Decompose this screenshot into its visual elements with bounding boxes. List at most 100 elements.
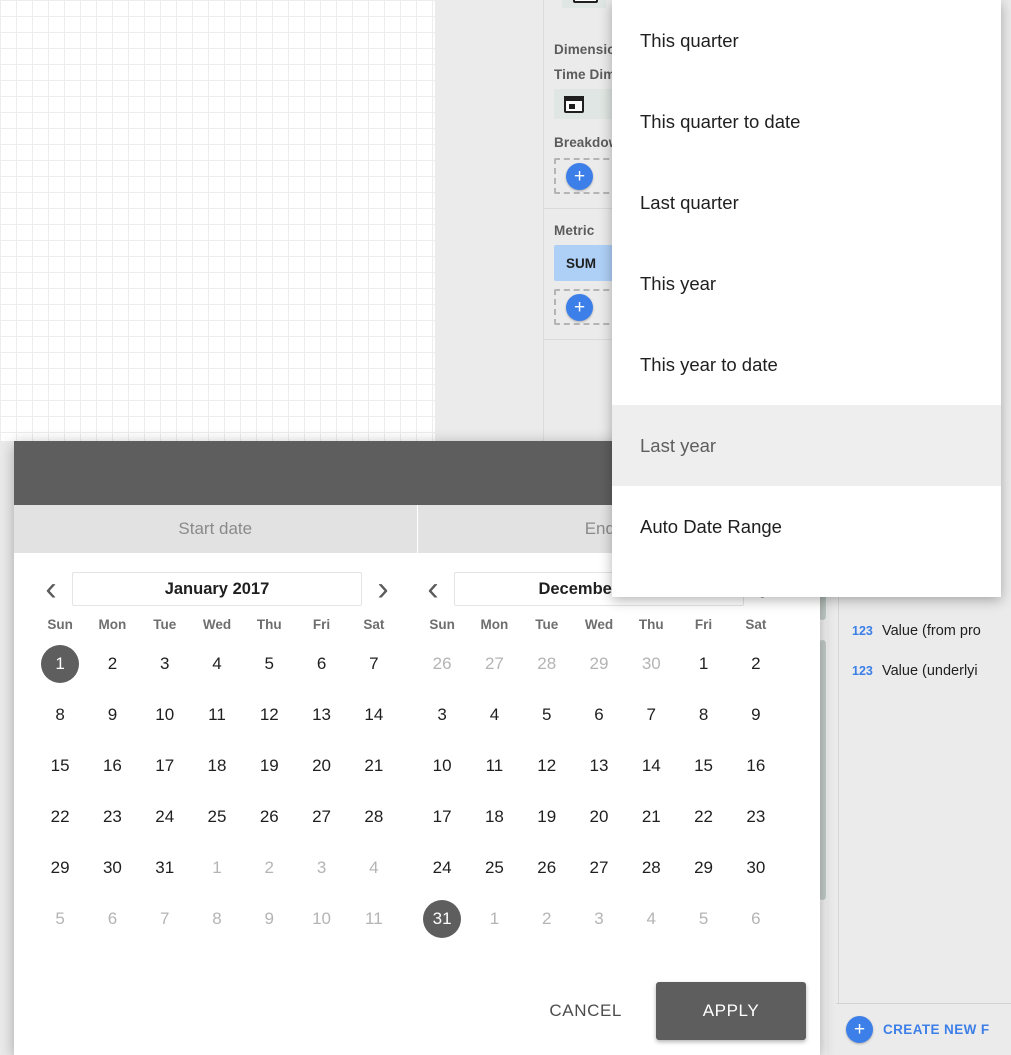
calendar-day-cell[interactable]: 15: [677, 740, 729, 791]
calendar-day-cell[interactable]: 26: [243, 791, 295, 842]
calendar-day-cell[interactable]: 11: [191, 689, 243, 740]
calendar-day-cell[interactable]: 21: [625, 791, 677, 842]
calendar-day-cell[interactable]: 6: [730, 893, 782, 944]
calendar-day-cell[interactable]: 2: [243, 842, 295, 893]
calendar-day-cell[interactable]: 3: [295, 842, 347, 893]
calendar-day-cell[interactable]: 1: [191, 842, 243, 893]
create-new-field-bar[interactable]: + CREATE NEW F: [836, 1003, 1011, 1055]
calendar-day-cell[interactable]: 10: [416, 740, 468, 791]
calendar-month-title[interactable]: January 2017: [72, 572, 362, 606]
calendar-day-cell[interactable]: 14: [348, 689, 400, 740]
calendar-day-cell[interactable]: 7: [625, 689, 677, 740]
calendar-day-cell[interactable]: 14: [625, 740, 677, 791]
calendar-day-cell[interactable]: 5: [677, 893, 729, 944]
calendar-day-cell[interactable]: 5: [521, 689, 573, 740]
calendar-day-cell[interactable]: 22: [677, 791, 729, 842]
calendar-day-cell[interactable]: 23: [730, 791, 782, 842]
calendar-day-cell[interactable]: 25: [468, 842, 520, 893]
calendar-day-cell[interactable]: 20: [295, 740, 347, 791]
calendar-day-cell[interactable]: 4: [625, 893, 677, 944]
date-preset-option[interactable]: Last quarter: [612, 162, 1001, 243]
calendar-day-cell[interactable]: 1: [677, 638, 729, 689]
calendar-day-cell[interactable]: 31: [139, 842, 191, 893]
calendar-day-cell[interactable]: 28: [521, 638, 573, 689]
calendar-day-cell[interactable]: 2: [86, 638, 138, 689]
calendar-day-cell[interactable]: 23: [86, 791, 138, 842]
calendar-day-cell[interactable]: 5: [34, 893, 86, 944]
calendar-day-cell[interactable]: 22: [34, 791, 86, 842]
calendar-day-cell[interactable]: 17: [416, 791, 468, 842]
calendar-day-cell[interactable]: 29: [573, 638, 625, 689]
calendar-day-cell[interactable]: 27: [468, 638, 520, 689]
calendar-day-cell[interactable]: 15: [34, 740, 86, 791]
calendar-day-cell[interactable]: 10: [295, 893, 347, 944]
date-preset-option[interactable]: This quarter to date: [612, 81, 1001, 162]
calendar-day-cell[interactable]: 30: [730, 842, 782, 893]
calendar-day-cell[interactable]: 28: [625, 842, 677, 893]
calendar-day-cell[interactable]: 21: [348, 740, 400, 791]
calendar-day-cell[interactable]: 9: [730, 689, 782, 740]
calendar-day-cell[interactable]: 2: [730, 638, 782, 689]
calendar-day-cell[interactable]: 6: [86, 893, 138, 944]
calendar-day-cell[interactable]: 29: [677, 842, 729, 893]
report-canvas[interactable]: [0, 0, 435, 441]
chevron-right-icon[interactable]: ›: [366, 572, 400, 606]
calendar-day-cell[interactable]: 4: [468, 689, 520, 740]
calendar-day-cell[interactable]: 31: [416, 893, 468, 944]
date-preset-option[interactable]: This year: [612, 243, 1001, 324]
calendar-day-cell[interactable]: 8: [677, 689, 729, 740]
calendar-day-cell[interactable]: 8: [34, 689, 86, 740]
apply-button[interactable]: APPLY: [656, 982, 806, 1040]
plus-icon[interactable]: +: [566, 162, 593, 190]
field-list-item[interactable]: 123 Value (underlyi: [844, 654, 978, 687]
calendar-day-cell[interactable]: 1: [468, 893, 520, 944]
calendar-day-cell[interactable]: 18: [191, 740, 243, 791]
calendar-day-cell[interactable]: 6: [573, 689, 625, 740]
calendar-day-cell[interactable]: 20: [573, 791, 625, 842]
calendar-day-cell[interactable]: 3: [416, 689, 468, 740]
calendar-day-cell[interactable]: 24: [416, 842, 468, 893]
calendar-day-cell[interactable]: 12: [243, 689, 295, 740]
calendar-day-cell[interactable]: 17: [139, 740, 191, 791]
calendar-day-cell[interactable]: 11: [468, 740, 520, 791]
calendar-day-cell[interactable]: 2: [521, 893, 573, 944]
date-preset-option[interactable]: This quarter: [612, 0, 1001, 81]
field-list-item[interactable]: 123 Value (from pro: [844, 614, 981, 647]
calendar-day-cell[interactable]: 7: [139, 893, 191, 944]
calendar-day-cell[interactable]: 9: [86, 689, 138, 740]
calendar-day-cell[interactable]: 4: [348, 842, 400, 893]
plus-icon[interactable]: +: [846, 1016, 873, 1043]
cancel-button[interactable]: CANCEL: [531, 989, 640, 1033]
calendar-day-cell[interactable]: 19: [521, 791, 573, 842]
calendar-day-cell[interactable]: 6: [295, 638, 347, 689]
calendar-day-cell[interactable]: 27: [295, 791, 347, 842]
calendar-day-cell[interactable]: 30: [625, 638, 677, 689]
calendar-day-cell[interactable]: 30: [86, 842, 138, 893]
calendar-day-cell[interactable]: 26: [521, 842, 573, 893]
calendar-day-cell[interactable]: 29: [34, 842, 86, 893]
calendar-day-cell[interactable]: 1: [34, 638, 86, 689]
calendar-day-cell[interactable]: 18: [468, 791, 520, 842]
calendar-day-cell[interactable]: 12: [521, 740, 573, 791]
calendar-day-cell[interactable]: 11: [348, 893, 400, 944]
calendar-day-cell[interactable]: 19: [243, 740, 295, 791]
calendar-day-cell[interactable]: 16: [86, 740, 138, 791]
calendar-day-cell[interactable]: 8: [191, 893, 243, 944]
tab-start-date[interactable]: Start date: [14, 505, 418, 553]
calendar-day-cell[interactable]: 4: [191, 638, 243, 689]
calendar-day-cell[interactable]: 26: [416, 638, 468, 689]
calendar-day-cell[interactable]: 13: [573, 740, 625, 791]
chevron-left-icon[interactable]: ‹: [416, 572, 450, 606]
date-preset-option[interactable]: Last year: [612, 405, 1001, 486]
calendar-day-cell[interactable]: 16: [730, 740, 782, 791]
calendar-day-cell[interactable]: 9: [243, 893, 295, 944]
calendar-day-cell[interactable]: 10: [139, 689, 191, 740]
plus-icon[interactable]: +: [566, 293, 593, 321]
calendar-day-cell[interactable]: 3: [139, 638, 191, 689]
calendar-day-cell[interactable]: 13: [295, 689, 347, 740]
calendar-day-cell[interactable]: 5: [243, 638, 295, 689]
calendar-day-cell[interactable]: 25: [191, 791, 243, 842]
panel-scrollbar-thumb-3[interactable]: [819, 640, 826, 900]
date-preset-option[interactable]: Auto Date Range: [612, 486, 1001, 567]
calendar-day-cell[interactable]: 27: [573, 842, 625, 893]
